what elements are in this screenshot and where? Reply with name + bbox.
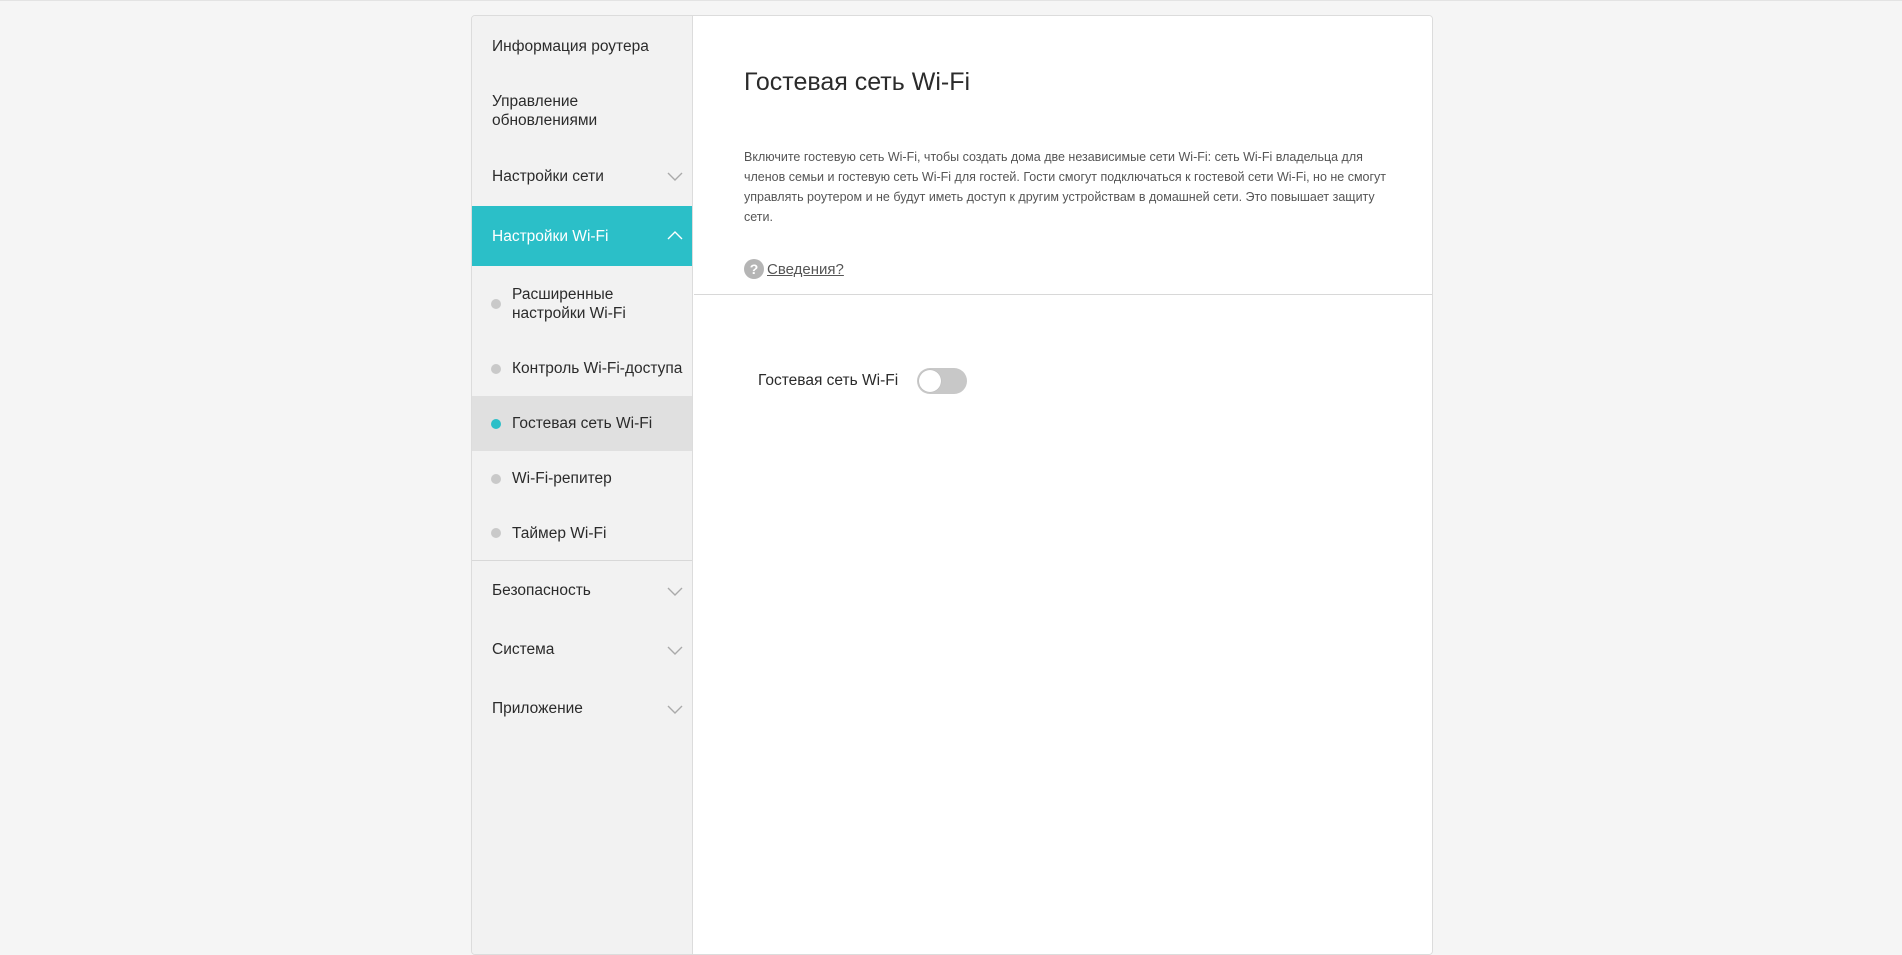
chevron-down-icon	[667, 587, 683, 596]
settings-panel: Информация роутера Управление обновления…	[471, 15, 1433, 955]
bullet-dot-icon	[491, 528, 501, 538]
sidebar-item-security[interactable]: Безопасность	[472, 561, 692, 620]
sidebar-subitem-label: Расширенные настройки Wi-Fi	[512, 285, 626, 322]
sidebar-nav: Информация роутера Управление обновления…	[472, 16, 693, 954]
page-title: Гостевая сеть Wi-Fi	[744, 68, 971, 96]
sidebar-subitem-label: Гостевая сеть Wi-Fi	[512, 415, 653, 432]
chevron-down-icon	[667, 172, 683, 181]
bullet-dot-icon	[491, 418, 501, 429]
chevron-down-icon	[667, 646, 683, 655]
sidebar-item-label: Безопасность	[492, 582, 591, 599]
sidebar-item-label: Настройки Wi-Fi	[492, 227, 609, 245]
sidebar-item-label: Приложение	[492, 700, 583, 717]
top-border	[0, 0, 1902, 1]
sidebar-subitem-label: Wi-Fi-репитер	[512, 470, 612, 487]
sidebar-subitem-label: Таймер Wi-Fi	[512, 524, 607, 542]
sidebar-item-label: Управление обновлениями	[492, 93, 598, 129]
sidebar-subitem-wifi-repeater[interactable]: Wi-Fi-репитер	[472, 451, 692, 506]
help-link[interactable]: ? Сведения?	[744, 259, 844, 279]
sidebar-subitem-advanced-wifi[interactable]: Расширенные настройки Wi-Fi	[472, 266, 692, 341]
toggle-knob	[919, 370, 942, 392]
question-icon: ?	[744, 259, 764, 279]
sidebar-item-router-info[interactable]: Информация роутера	[472, 16, 692, 76]
chevron-up-icon	[667, 231, 683, 240]
sidebar-item-wifi-settings[interactable]: Настройки Wi-Fi	[472, 206, 692, 266]
sidebar-item-label: Информация роутера	[492, 37, 649, 55]
sidebar-item-application[interactable]: Приложение	[472, 679, 692, 738]
bullet-dot-icon	[491, 473, 501, 484]
sidebar-subitem-wifi-timer[interactable]: Таймер Wi-Fi	[472, 506, 692, 560]
chevron-down-icon	[667, 705, 683, 714]
guest-wifi-toggle[interactable]	[917, 368, 968, 394]
bullet-dot-icon	[491, 298, 501, 309]
section-divider	[694, 294, 1432, 295]
sidebar-subitem-wifi-access-control[interactable]: Контроль Wi-Fi-доступа	[472, 341, 692, 396]
sidebar-item-system[interactable]: Система	[472, 620, 692, 679]
sidebar-item-network-settings[interactable]: Настройки сети	[472, 146, 692, 206]
help-link-text[interactable]: Сведения?	[767, 261, 844, 278]
sidebar-subitem-label: Контроль Wi-Fi-доступа	[512, 360, 683, 377]
guest-wifi-setting-row: Гостевая сеть Wi-Fi	[758, 368, 968, 394]
sidebar-subitem-guest-wifi[interactable]: Гостевая сеть Wi-Fi	[472, 396, 692, 451]
sidebar-item-label: Система	[492, 641, 555, 658]
sidebar-item-label: Настройки сети	[492, 167, 604, 185]
sidebar-item-update-management[interactable]: Управление обновлениями	[472, 76, 692, 146]
page-description: Включите гостевую сеть Wi-Fi, чтобы созд…	[744, 150, 1387, 224]
bullet-dot-icon	[491, 363, 501, 374]
guest-wifi-label: Гостевая сеть Wi-Fi	[758, 372, 899, 389]
main-content: Гостевая сеть Wi-Fi Включите гостевую се…	[694, 16, 1432, 954]
